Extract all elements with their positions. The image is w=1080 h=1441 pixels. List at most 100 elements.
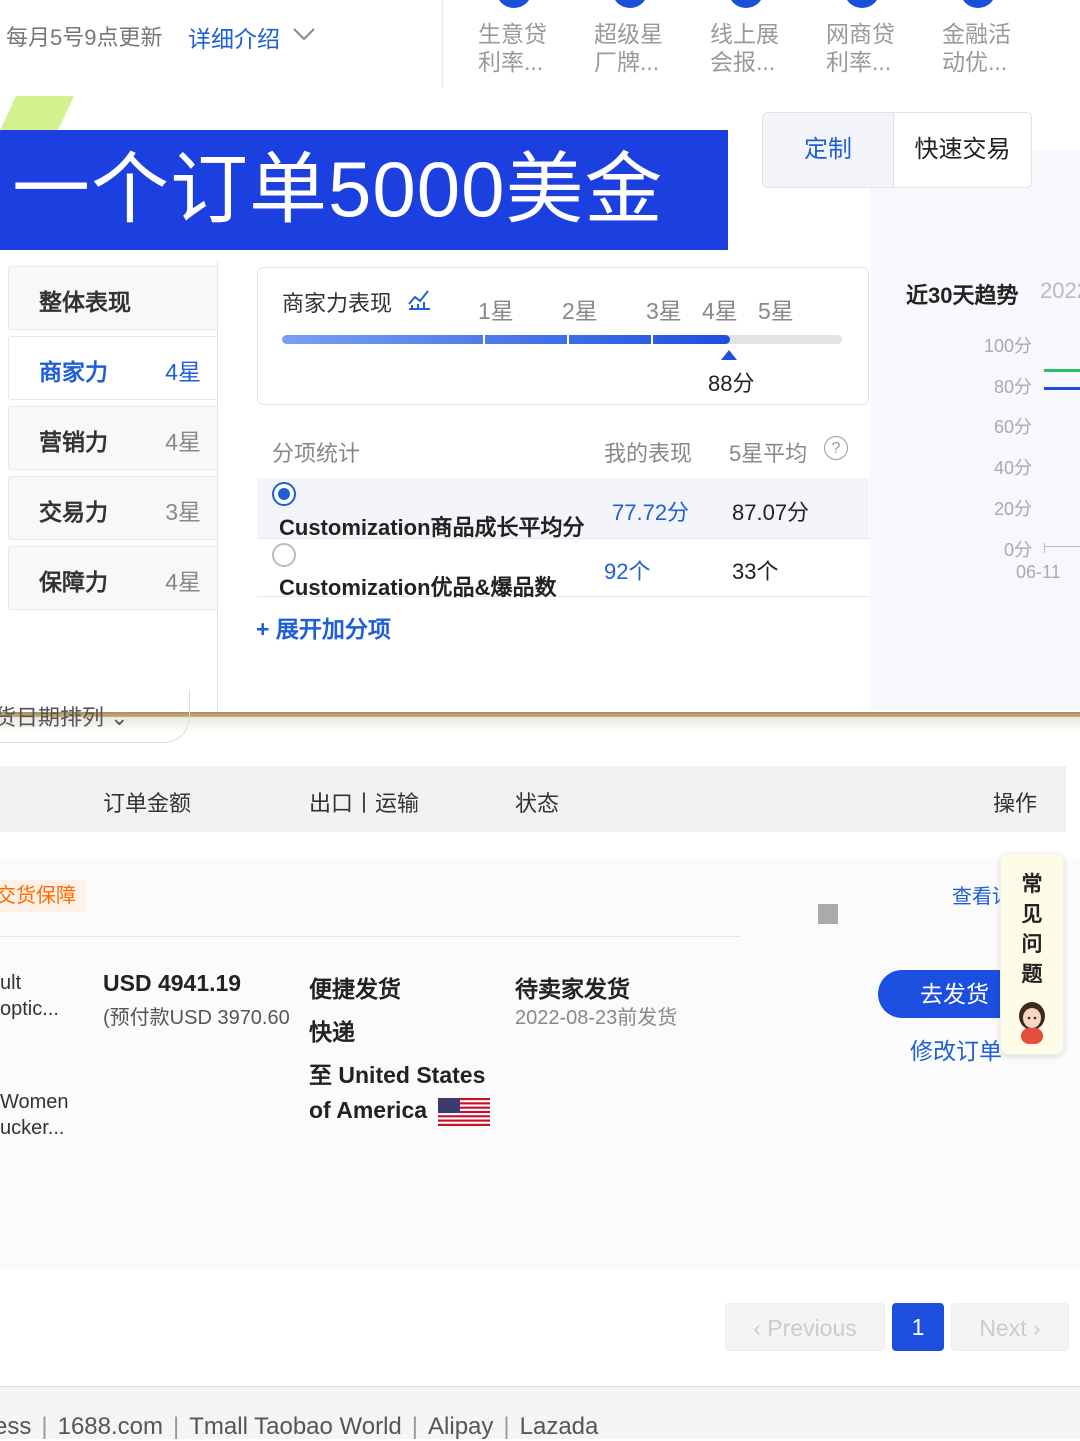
service-icon [612,0,648,8]
pagination-next-label: Next [979,1315,1027,1341]
column-header-export: 出口丨运输 [309,791,420,816]
pagination-page-1[interactable]: 1 [892,1303,944,1351]
progress-tick [567,335,569,344]
footer-link[interactable]: Tmall Taobao World [189,1413,402,1440]
sort-dropdown-label: 货日期排列 ⌄ [0,700,129,732]
tab-quick-trade[interactable]: 快速交易 [894,113,1031,187]
shipping-method: 便捷发货 [309,976,401,1002]
trend-title: 近30天趋势 [906,283,1019,308]
prepayment-amount: (预付款USD 3970.60 [103,1007,290,1029]
product-title-line: ult [0,972,22,994]
y-tick-label: 60分 [993,417,1032,437]
stats-header-item: 分项统计 [272,441,361,466]
service-label: 利率... [478,49,544,75]
detail-intro-link[interactable]: 详细介绍 [188,20,280,54]
faq-widget[interactable]: 常见问题 [1000,853,1064,1055]
chart-axis [1044,543,1045,553]
score-marker-icon [721,350,737,360]
menu-item-label: 营销力 [39,429,108,455]
tab-custom[interactable]: 定制 [763,113,894,187]
stats-row-mine: 77.72分 [612,500,690,525]
support-avatar-icon [1019,1002,1045,1044]
score-value: 88分 [708,371,755,396]
menu-divider [217,262,218,712]
pagination-previous-button[interactable]: ‹ Previous [725,1303,885,1351]
mode-toggle: 定制 快速交易 [762,112,1032,188]
delivery-guarantee-badge: 交货保障 [0,880,86,912]
menu-item-label: 整体表现 [39,289,131,315]
chevron-down-icon: ⌄ [110,705,129,730]
chart-axis [1044,546,1080,547]
service-icon [844,0,880,8]
chevron-down-icon[interactable] [292,24,316,44]
faq-label-char: 见 [1021,903,1043,926]
expand-bonus-link[interactable]: + 展开加分项 [256,610,391,644]
ship-by-date: 2022-08-23前发货 [515,1007,678,1029]
menu-item-label: 商家力 [39,359,108,385]
footer-link[interactable]: Lazada [520,1413,599,1440]
star-level-label: 4星 [702,298,738,324]
help-icon[interactable]: ? [824,436,848,460]
service-icon [960,0,996,8]
faq-label-char: 常 [1021,873,1043,896]
sort-label: 货日期排列 [0,705,105,730]
pagination-previous-label: Previous [767,1315,857,1341]
modify-order-link[interactable]: 修改订单 [910,1032,1002,1066]
star-level-label: 1星 [478,298,514,324]
column-header-amount: 订单金额 [103,791,192,816]
us-flag-icon [438,1098,490,1126]
product-title[interactable]: ult optic... [0,970,59,1022]
stats-header-mine: 我的表现 [604,441,693,466]
menu-item-rating: 3星 [165,499,201,525]
y-tick-label: 100分 [983,336,1032,356]
x-tick-label: 06-11 [1016,562,1061,582]
faq-label-char: 题 [1021,963,1043,986]
menu-item-rating: 4星 [165,569,201,595]
stats-header-avg: 5星平均 [729,441,808,466]
y-tick-label: 80分 [993,377,1032,397]
menu-item-guarantee[interactable]: 保障力 4星 [8,546,218,610]
service-label: 线上展 [710,21,779,47]
stats-row-radio[interactable] [272,482,296,506]
order-divider [0,936,740,937]
trend-chart-icon[interactable] [406,286,432,312]
service-label: 网商贷 [826,21,895,47]
stats-row-name: Customization商品成长平均分 [279,515,585,540]
shipping-type: 快递 [309,1019,355,1045]
y-tick-label: 40分 [993,458,1032,478]
menu-item-merchant[interactable]: 商家力 4星 [8,336,218,400]
footer-link[interactable]: ess [0,1413,31,1440]
menu-item-label: 保障力 [39,569,108,595]
service-label: 超级星 [594,21,663,47]
update-schedule-text: 每月5号9点更新 [6,25,163,50]
faq-label-char: 问 [1021,933,1043,956]
shipping-destination: of America [309,1097,428,1123]
order-status: 待卖家发货 [515,976,630,1002]
column-header-status: 状态 [515,791,560,816]
service-icon [728,0,764,8]
score-progress-bar [282,335,842,344]
trend-series-line [1044,369,1080,372]
top-divider [442,0,443,88]
order-amount: USD 4941.19 [103,970,242,996]
progress-tick [483,335,485,344]
product-title-line: Women [0,1091,69,1113]
score-progress-fill [282,335,730,344]
product-title-line: optic... [0,998,59,1020]
stats-row-radio[interactable] [272,543,296,567]
merchant-score-title: 商家力表现 [282,291,393,316]
headline-text: 一个订单5000美金 [12,145,664,233]
menu-item-overall[interactable]: 整体表现 [8,266,218,330]
menu-item-trade[interactable]: 交易力 3星 [8,476,218,540]
trend-date: 2022 [1040,278,1080,303]
service-label: 动优... [942,49,1008,75]
y-tick-label: 0分 [1003,540,1032,560]
footer-link[interactable]: Alipay [428,1413,493,1440]
menu-item-rating: 4星 [165,429,201,455]
pagination-next-button[interactable]: Next › [951,1303,1069,1351]
menu-item-marketing[interactable]: 营销力 4星 [8,406,218,470]
product-title[interactable]: Women ucker... [0,1089,69,1141]
footer-link[interactable]: 1688.com [58,1413,163,1440]
product-title-line: ucker... [0,1117,65,1139]
shipping-destination: 至 United States [309,1062,486,1088]
